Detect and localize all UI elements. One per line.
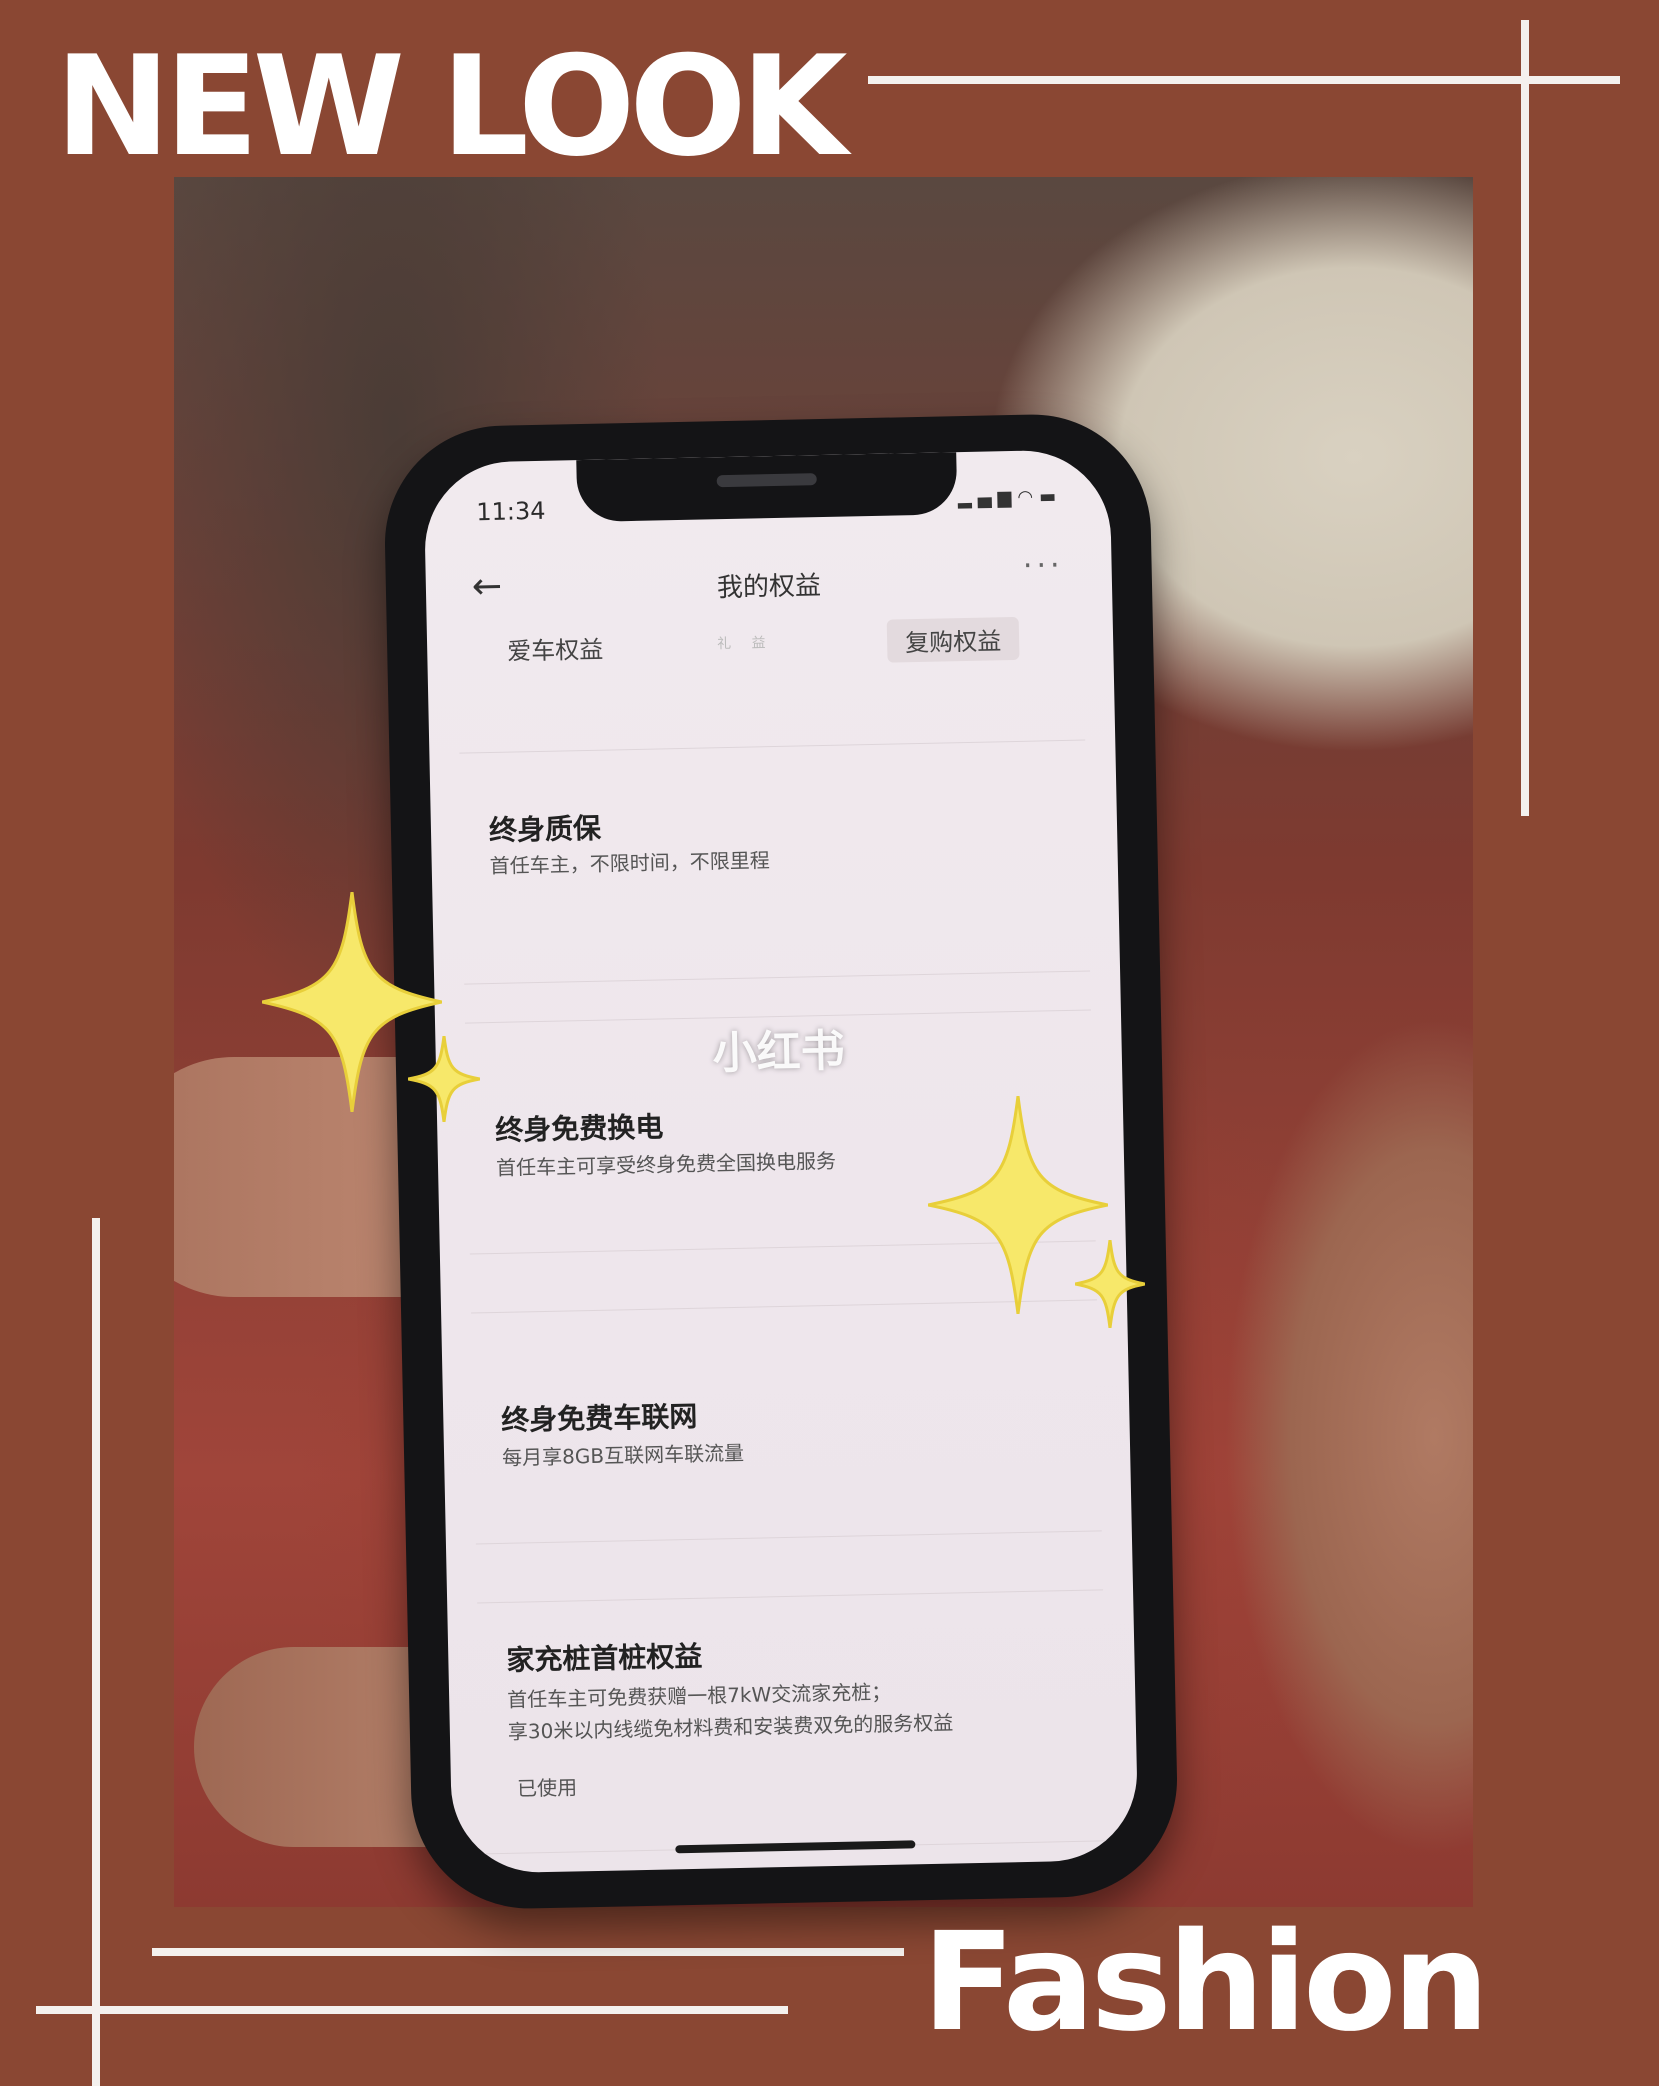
tab-car-benefits[interactable]: 爱车权益 [507,630,604,667]
tab-gift-benefits[interactable]: 礼 益 [717,632,774,653]
signal-icon: ▂▄▆ [957,486,1018,510]
benefit-card[interactable]: 终身质保 首任车主，不限时间，不限里程 [459,739,1091,985]
benefit-title: 终身免费换电 [494,1110,664,1147]
tab-repurchase-benefits[interactable]: 复购权益 [886,616,1020,663]
frame-line-right [1521,20,1529,816]
benefit-desc: 首任车主，不限时间，不限里程 [489,848,770,879]
benefit-card[interactable]: 家充桩首桩权益 首任车主可免费获赠一根7kW交流家充桩； 享30米以内线缆免材料… [477,1589,1109,1855]
sparkle-icon [1075,1240,1145,1328]
benefit-desc: 首任车主可享受终身免费全国换电服务 [495,1148,837,1180]
benefit-card[interactable]: 终身免费车联网 每月享8GB互联网车联流量 [471,1299,1102,1545]
tab-bar: 爱车权益 礼 益 复购权益 [467,616,1074,679]
status-time: 11:34 [476,496,546,527]
frame-line-top [868,76,1620,84]
footer-text: Fashion [922,1904,1489,2062]
notch [576,452,958,523]
more-icon[interactable]: ··· [1023,548,1064,584]
benefit-title: 终身质保 [488,811,602,848]
benefit-title: 终身免费车联网 [501,1399,698,1437]
frame-line-left [92,1218,100,2086]
hand-right [1194,877,1473,1907]
frame-line-bottom-1 [152,1948,904,1956]
benefit-title: 家充桩首桩权益 [506,1639,703,1677]
wifi-icon: ◠ [1017,486,1040,508]
speaker [716,473,817,488]
benefit-desc: 每月享8GB互联网车联流量 [501,1440,745,1470]
page-title: 我的权益 [716,571,822,604]
battery-icon: ▬ [1038,485,1063,508]
status-used-label: 已使用 [516,1775,578,1801]
headline-text: NEW LOOK [55,26,848,187]
status-icons: ▂▄▆◠▬ [958,486,1063,509]
sparkle-icon [408,1036,480,1122]
frame-line-bottom-2 [36,2006,788,2014]
